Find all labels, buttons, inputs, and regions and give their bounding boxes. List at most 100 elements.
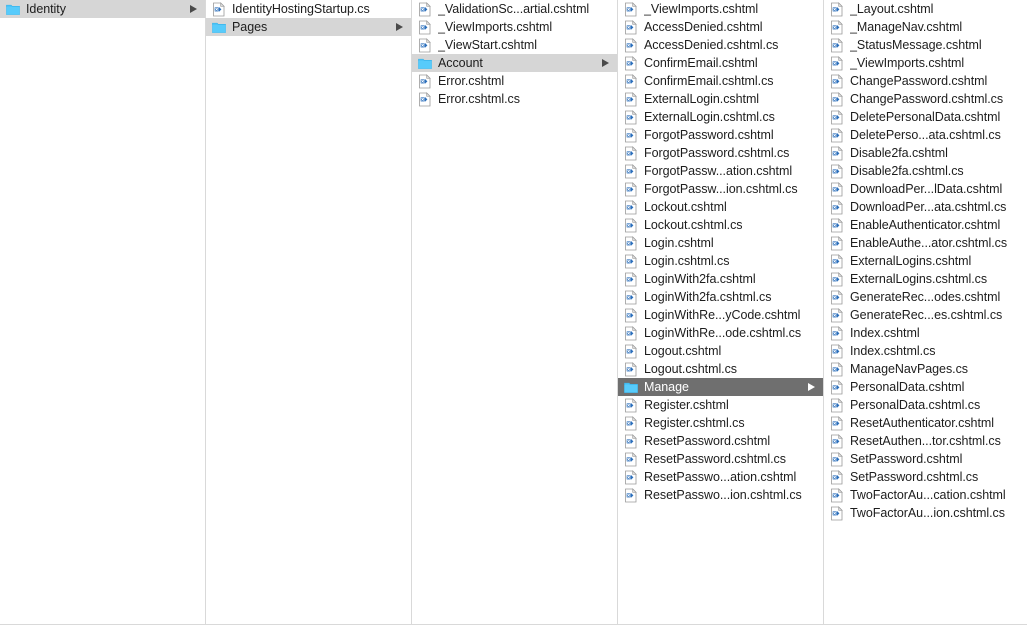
folder-row[interactable]: Pages [206,18,411,36]
chevron-right-icon[interactable] [189,0,199,18]
file-row[interactable]: ExternalLogin.cshtml.cs [618,108,823,126]
file-row[interactable]: ResetPasswo...ation.cshtml [618,468,823,486]
file-row[interactable]: ResetAuthenticator.cshtml [824,414,1027,432]
item-label: DownloadPer...ata.cshtml.cs [850,200,1007,214]
file-row[interactable]: _Layout.cshtml [824,0,1027,18]
chevron-right-icon[interactable] [807,378,817,396]
csharp-file-icon [624,253,638,269]
file-row[interactable]: ResetPassword.cshtml.cs [618,450,823,468]
file-row[interactable]: Index.cshtml [824,324,1027,342]
file-row[interactable]: ChangePassword.cshtml [824,72,1027,90]
csharp-file-icon [624,73,638,89]
file-row[interactable]: Register.cshtml.cs [618,414,823,432]
file-row[interactable]: Login.cshtml [618,234,823,252]
file-row[interactable]: GenerateRec...odes.cshtml [824,288,1027,306]
column-identity-contents: IdentityHostingStartup.cs Pages [206,0,412,624]
file-row[interactable]: ExternalLogins.cshtml.cs [824,270,1027,288]
file-row[interactable]: ForgotPassw...ation.cshtml [618,162,823,180]
file-row[interactable]: LoginWithRe...yCode.cshtml [618,306,823,324]
file-row[interactable]: DeletePersonalData.cshtml [824,108,1027,126]
file-row[interactable]: SetPassword.cshtml [824,450,1027,468]
file-row[interactable]: Lockout.cshtml [618,198,823,216]
file-row[interactable]: ForgotPassword.cshtml.cs [618,144,823,162]
csharp-file-icon [830,181,844,197]
csharp-file-icon [830,325,844,341]
file-row[interactable]: TwoFactorAu...ion.cshtml.cs [824,504,1027,522]
file-row[interactable]: Index.cshtml.cs [824,342,1027,360]
item-label: EnableAuthe...ator.cshtml.cs [850,236,1007,250]
file-row[interactable]: SetPassword.cshtml.cs [824,468,1027,486]
item-label: ExternalLogins.cshtml.cs [850,272,988,286]
file-row[interactable]: _ValidationSc...artial.cshtml [412,0,617,18]
file-row[interactable]: PersonalData.cshtml.cs [824,396,1027,414]
file-row[interactable]: ForgotPassw...ion.cshtml.cs [618,180,823,198]
file-row[interactable]: Error.cshtml [412,72,617,90]
item-label: ConfirmEmail.cshtml.cs [644,74,774,88]
file-row[interactable]: _ViewImports.cshtml [824,54,1027,72]
file-row[interactable]: ChangePassword.cshtml.cs [824,90,1027,108]
file-row[interactable]: Logout.cshtml [618,342,823,360]
file-row[interactable]: ExternalLogins.cshtml [824,252,1027,270]
file-row[interactable]: Disable2fa.cshtml.cs [824,162,1027,180]
item-label: LoginWithRe...yCode.cshtml [644,308,801,322]
item-label: ExternalLogin.cshtml [644,92,760,106]
file-row[interactable]: ManageNavPages.cs [824,360,1027,378]
item-label: ResetPasswo...ation.cshtml [644,470,797,484]
file-row[interactable]: Disable2fa.cshtml [824,144,1027,162]
chevron-right-icon[interactable] [395,18,405,36]
item-label: ManageNavPages.cs [850,362,968,376]
item-label: Lockout.cshtml [644,200,727,214]
csharp-file-icon [624,91,638,107]
file-row[interactable]: Logout.cshtml.cs [618,360,823,378]
file-row[interactable]: DeletePerso...ata.cshtml.cs [824,126,1027,144]
file-row[interactable]: _StatusMessage.cshtml [824,36,1027,54]
file-row[interactable]: EnableAuthenticator.cshtml [824,216,1027,234]
file-row[interactable]: _ManageNav.cshtml [824,18,1027,36]
item-label: ChangePassword.cshtml [850,74,988,88]
file-row[interactable]: Error.cshtml.cs [412,90,617,108]
item-label: Error.cshtml.cs [438,92,520,106]
folder-row[interactable]: Account [412,54,617,72]
chevron-right-icon[interactable] [601,54,611,72]
file-row[interactable]: ConfirmEmail.cshtml.cs [618,72,823,90]
file-row[interactable]: AccessDenied.cshtml.cs [618,36,823,54]
file-row[interactable]: Lockout.cshtml.cs [618,216,823,234]
file-row[interactable]: Register.cshtml [618,396,823,414]
item-label: LoginWith2fa.cshtml.cs [644,290,772,304]
folder-row[interactable]: Identity [0,0,205,18]
file-row[interactable]: ExternalLogin.cshtml [618,90,823,108]
csharp-file-icon [418,37,432,53]
file-row[interactable]: _ViewStart.cshtml [412,36,617,54]
file-row[interactable]: _ViewImports.cshtml [618,0,823,18]
file-row[interactable]: IdentityHostingStartup.cs [206,0,411,18]
file-row[interactable]: LoginWith2fa.cshtml [618,270,823,288]
file-row[interactable]: ResetPasswo...ion.cshtml.cs [618,486,823,504]
file-row[interactable]: LoginWith2fa.cshtml.cs [618,288,823,306]
file-row[interactable]: ConfirmEmail.cshtml [618,54,823,72]
file-row[interactable]: TwoFactorAu...cation.cshtml [824,486,1027,504]
folder-row[interactable]: Manage [618,378,823,396]
file-row[interactable]: PersonalData.cshtml [824,378,1027,396]
file-row[interactable]: EnableAuthe...ator.cshtml.cs [824,234,1027,252]
csharp-file-icon [830,361,844,377]
item-label: LoginWithRe...ode.cshtml.cs [644,326,802,340]
file-row[interactable]: DownloadPer...lData.cshtml [824,180,1027,198]
file-row[interactable]: ForgotPassword.cshtml [618,126,823,144]
finder-column-browser: Identity IdentityHostingStartup.cs Pages _V… [0,0,1027,625]
file-row[interactable]: _ViewImports.cshtml [412,18,617,36]
file-row[interactable]: ResetAuthen...tor.cshtml.cs [824,432,1027,450]
csharp-file-icon [830,199,844,215]
file-row[interactable]: AccessDenied.cshtml [618,18,823,36]
file-row[interactable]: ResetPassword.cshtml [618,432,823,450]
item-label: EnableAuthenticator.cshtml [850,218,1001,232]
file-row[interactable]: Login.cshtml.cs [618,252,823,270]
file-row[interactable]: DownloadPer...ata.cshtml.cs [824,198,1027,216]
file-row[interactable]: GenerateRec...es.cshtml.cs [824,306,1027,324]
file-row[interactable]: LoginWithRe...ode.cshtml.cs [618,324,823,342]
